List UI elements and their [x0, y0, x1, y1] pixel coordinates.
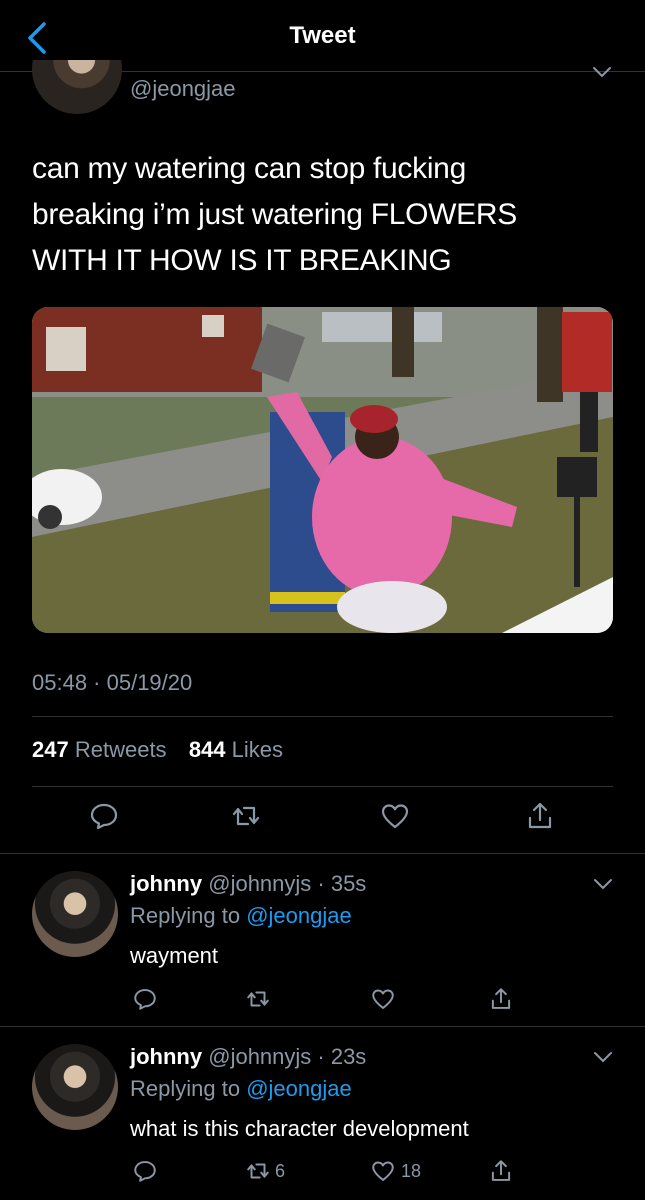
reply-tweet[interactable]: johnny @johnnyjs · 35s Replying to @jeon…: [0, 853, 645, 1026]
tweet-text-line: can my watering can stop fucking: [32, 152, 466, 185]
reply-icon[interactable]: [132, 986, 158, 1012]
retweets-count: 247: [32, 737, 69, 762]
author-avatar[interactable]: [32, 60, 122, 114]
divider: [32, 786, 613, 787]
replying-to-link[interactable]: @jeongjae: [246, 1076, 352, 1101]
tweet-text-line: breaking i’m just watering FLOWERS: [32, 198, 517, 231]
author-handle[interactable]: @jeongjae: [130, 76, 236, 102]
reply-actions: 6 18: [130, 1158, 511, 1190]
reply-author-meta: @johnnyjs · 35s: [208, 871, 367, 896]
replying-to: Replying to @jeongjae: [130, 1076, 352, 1102]
reply-actions: [130, 986, 511, 1018]
reply-text: what is this character development: [130, 1116, 469, 1141]
reply-icon[interactable]: [132, 1158, 158, 1184]
chevron-down-icon[interactable]: [592, 66, 612, 80]
tweet-actions: [32, 800, 613, 840]
likes-count: 844: [188, 737, 226, 762]
retweets-label: Retweets: [74, 737, 167, 762]
share-icon[interactable]: [488, 1158, 514, 1184]
reply-icon[interactable]: [88, 800, 120, 832]
share-icon[interactable]: [524, 800, 556, 832]
reply-author-meta: @johnnyjs · 23s: [208, 1044, 367, 1069]
reply-tweet[interactable]: johnny @johnnyjs · 23s Replying to @jeon…: [0, 1026, 645, 1200]
likes-label: Likes: [231, 737, 284, 762]
heart-icon[interactable]: [379, 800, 411, 832]
tweet-text-line: WITH IT HOW IS IT BREAKING: [32, 244, 452, 277]
reply-like-count: 18: [401, 1161, 422, 1181]
heart-icon[interactable]: [370, 986, 396, 1012]
replying-to: Replying to @jeongjae: [130, 903, 352, 929]
reply-header: johnny @johnnyjs · 23s: [130, 1044, 366, 1070]
tweet-text: can my watering can stop fucking breakin…: [32, 146, 612, 284]
reply-author-name[interactable]: johnny: [130, 1044, 202, 1069]
replying-to-label: Replying to: [130, 1076, 241, 1101]
heart-icon[interactable]: [370, 1158, 396, 1184]
share-icon[interactable]: [488, 986, 514, 1012]
author-avatar-crop: [32, 60, 122, 114]
reply-avatar[interactable]: [32, 1044, 118, 1130]
retweets-stat[interactable]: 247 Retweets: [32, 737, 167, 762]
tweet-stats: 247 Retweets 844 Likes: [32, 737, 283, 763]
page-title: Tweet: [289, 22, 356, 49]
likes-stat[interactable]: 844 Likes: [189, 737, 283, 762]
chevron-down-icon[interactable]: [593, 878, 613, 892]
retweet-icon[interactable]: [245, 986, 271, 1012]
reply-text: wayment: [130, 943, 219, 968]
replying-to-link[interactable]: @jeongjae: [246, 903, 352, 928]
reply-avatar[interactable]: [32, 871, 118, 957]
tweet-author: @jeongjae: [32, 60, 612, 114]
replying-to-label: Replying to: [130, 903, 241, 928]
divider: [32, 716, 613, 717]
reply-header: johnny @johnnyjs · 35s: [130, 871, 366, 897]
retweet-icon[interactable]: [245, 1158, 271, 1184]
retweet-icon[interactable]: [230, 800, 262, 832]
reply-author-name[interactable]: johnny: [130, 871, 202, 896]
tweet-timestamp: 05:48 · 05/19/20: [32, 670, 193, 695]
chevron-down-icon[interactable]: [593, 1051, 613, 1065]
tweet-media-image[interactable]: [32, 307, 613, 633]
reply-retweet-count: 6: [275, 1161, 286, 1181]
